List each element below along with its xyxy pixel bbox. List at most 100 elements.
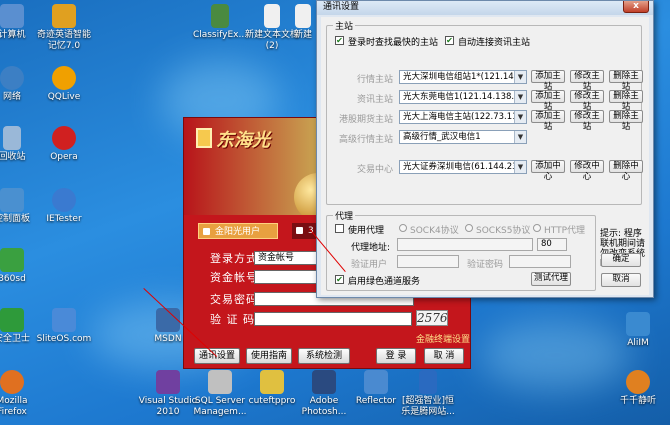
desktop-icon-360sd[interactable]: 360sd bbox=[0, 248, 42, 285]
proxy-password-input[interactable] bbox=[509, 255, 571, 268]
guide-button[interactable]: 使用指南 bbox=[246, 348, 292, 364]
desktop-icon-ietester[interactable]: IETester bbox=[34, 188, 94, 225]
proxy-user-input[interactable] bbox=[397, 255, 459, 268]
add-center-button[interactable]: 添加中心 bbox=[531, 160, 565, 182]
delete-station-button[interactable]: 删除主站 bbox=[609, 90, 643, 112]
socks4-radio[interactable] bbox=[399, 224, 407, 232]
dialog-body: 主站 ✔ 登录时查找最快的主站 ✔ 自动连接资讯主站 行情主站 光大深圳电信组站… bbox=[321, 17, 649, 295]
row-label: 交易中心 bbox=[357, 165, 394, 175]
tab-label: 金阳光用户 bbox=[215, 227, 261, 237]
opera-icon bbox=[52, 126, 76, 150]
desktop-icon-visual-studio[interactable]: Visual Studio 2010 bbox=[138, 370, 198, 418]
desktop-icon-cuteftp[interactable]: cuteftppro bbox=[242, 370, 302, 407]
desktop-icon-label: QQLive bbox=[47, 92, 81, 102]
dialog-cancel-button[interactable]: 取消 bbox=[601, 273, 641, 287]
desktop-icon-label: 千千静听 bbox=[619, 396, 656, 406]
use-proxy-checkbox[interactable] bbox=[335, 224, 344, 233]
desktop-icon-qqlive[interactable]: QQLive bbox=[34, 66, 94, 103]
visual-studio-icon bbox=[156, 370, 180, 394]
app-icon bbox=[52, 4, 76, 28]
trading-center-select[interactable]: 光大证券深圳电信(61.144.230 ▼ bbox=[399, 160, 527, 174]
desktop-icon-label: IETester bbox=[46, 214, 82, 224]
socks5-radio[interactable] bbox=[465, 224, 473, 232]
desktop-icon-label: ClassifyEx... bbox=[192, 30, 248, 40]
desktop-icon-label: SQL Server Managem... bbox=[193, 396, 247, 417]
desktop-icon-ttplayer[interactable]: 千千静听 bbox=[608, 370, 668, 407]
proxy-password-label: 验证密码 bbox=[467, 260, 504, 270]
shield-icon bbox=[0, 248, 24, 272]
play-icon bbox=[52, 66, 76, 90]
desktop-icon-reflector[interactable]: Reflector bbox=[346, 370, 406, 407]
quote-station-select[interactable]: 光大深圳电信组站1*(121.14.1(▼ bbox=[399, 70, 527, 84]
desktop-icon-photoshop[interactable]: Adobe Photosh... bbox=[294, 370, 354, 418]
proxy-port-input[interactable]: 80 bbox=[537, 238, 567, 251]
tab-golden-sun-user[interactable]: 金阳光用户 bbox=[198, 223, 278, 239]
cancel-button[interactable]: 取 消 bbox=[424, 348, 464, 364]
add-station-button[interactable]: 添加主站 bbox=[531, 110, 565, 132]
spreadsheet-icon bbox=[211, 4, 229, 28]
text-file-icon bbox=[295, 4, 311, 28]
socks5-label: SOCKS5协议 bbox=[476, 226, 531, 236]
add-station-button[interactable]: 添加主站 bbox=[531, 70, 565, 92]
auto-connect-checkbox[interactable]: ✔ bbox=[445, 36, 454, 45]
http-proxy-radio[interactable] bbox=[533, 224, 541, 232]
tab-bullet-icon bbox=[203, 228, 210, 235]
desktop-icon-firefox[interactable]: Mozilla Firefox bbox=[0, 370, 42, 418]
terminal-settings-link[interactable]: 金融终端设置 bbox=[416, 332, 470, 345]
delete-center-button[interactable]: 删除中心 bbox=[609, 160, 643, 182]
desktop-icon-opera[interactable]: Opera bbox=[34, 126, 94, 163]
select-value: 光大上海电信主站(122.73.111 bbox=[403, 112, 523, 122]
reflector-icon bbox=[364, 370, 388, 394]
chevron-down-icon: ▼ bbox=[514, 111, 526, 123]
proxy-address-label: 代理地址: bbox=[351, 243, 391, 253]
row-label: 高级行情主站 bbox=[339, 135, 394, 145]
desktop-icon-sql-server[interactable]: SQL Server Managem... bbox=[190, 370, 250, 418]
tab-bullet-icon bbox=[296, 227, 303, 234]
desktop-icon-label: cuteftppro bbox=[248, 396, 296, 406]
advanced-quote-station-select[interactable]: 高级行情_武汉电信1 ▼ bbox=[399, 130, 527, 144]
test-proxy-button[interactable]: 测试代理 bbox=[531, 272, 571, 286]
edit-center-button[interactable]: 修改中心 bbox=[570, 160, 604, 182]
control-panel-icon bbox=[0, 188, 24, 212]
use-proxy-label: 使用代理 bbox=[348, 226, 385, 236]
hk-futures-station-select[interactable]: 光大上海电信主站(122.73.111 ▼ bbox=[399, 110, 527, 124]
desktop-icon-website[interactable]: [超强智业]恒乐是腾网站... bbox=[398, 370, 458, 418]
system-check-button[interactable]: 系统检测 bbox=[298, 348, 350, 364]
login-button[interactable]: 登 录 bbox=[376, 348, 416, 364]
edit-station-button[interactable]: 修改主站 bbox=[570, 90, 604, 112]
chevron-down-icon: ▼ bbox=[514, 91, 526, 103]
group-title: 主站 bbox=[333, 19, 356, 32]
close-icon: x bbox=[633, 1, 639, 11]
proxy-address-input[interactable] bbox=[397, 238, 533, 251]
socks4-label: SOCK4协议 bbox=[410, 226, 459, 236]
edit-station-button[interactable]: 修改主站 bbox=[570, 70, 604, 92]
close-button[interactable]: x bbox=[623, 1, 649, 13]
desktop-icon-new[interactable]: 新建 bbox=[288, 4, 318, 41]
desktop-icon-aliim[interactable]: AliIM bbox=[608, 312, 668, 349]
ok-button[interactable]: 确定 bbox=[601, 253, 641, 267]
desktop-icon-label: Opera bbox=[50, 152, 78, 162]
row-label: 港股期货主站 bbox=[339, 115, 394, 125]
chevron-down-icon: ▼ bbox=[514, 71, 526, 83]
captcha-input[interactable] bbox=[254, 312, 412, 326]
green-channel-checkbox[interactable]: ✔ bbox=[335, 275, 344, 284]
delete-station-button[interactable]: 删除主站 bbox=[609, 70, 643, 92]
recycle-bin-icon bbox=[3, 126, 21, 150]
add-station-button[interactable]: 添加主站 bbox=[531, 90, 565, 112]
delete-station-button[interactable]: 删除主站 bbox=[609, 110, 643, 132]
desktop-icon-sliteos[interactable]: SliteOS.com bbox=[34, 308, 94, 345]
desktop-icon-english-memory[interactable]: 奇迹英语智能记忆7.0 bbox=[34, 4, 94, 52]
database-icon bbox=[208, 370, 232, 394]
chevron-down-icon: ▼ bbox=[514, 131, 526, 143]
captcha-image[interactable]: 2576 bbox=[416, 310, 448, 326]
desktop-icon-classifyex[interactable]: ClassifyEx... bbox=[190, 4, 250, 41]
edit-station-button[interactable]: 修改主站 bbox=[570, 110, 604, 132]
dialog-titlebar[interactable]: 通讯设置 bbox=[317, 1, 653, 15]
auto-connect-checkbox-label: 自动连接资讯主站 bbox=[458, 38, 531, 48]
comm-settings-dialog: 通讯设置 x 主站 ✔ 登录时查找最快的主站 ✔ 自动连接资讯主站 行情主站 光… bbox=[316, 0, 654, 298]
monitor-icon bbox=[52, 308, 76, 332]
network-icon bbox=[0, 66, 24, 90]
fastest-checkbox[interactable]: ✔ bbox=[335, 36, 344, 45]
info-station-select[interactable]: 光大东莞电信1(121.14.138.75) ▼ bbox=[399, 90, 527, 104]
row-label: 资讯主站 bbox=[357, 95, 394, 105]
